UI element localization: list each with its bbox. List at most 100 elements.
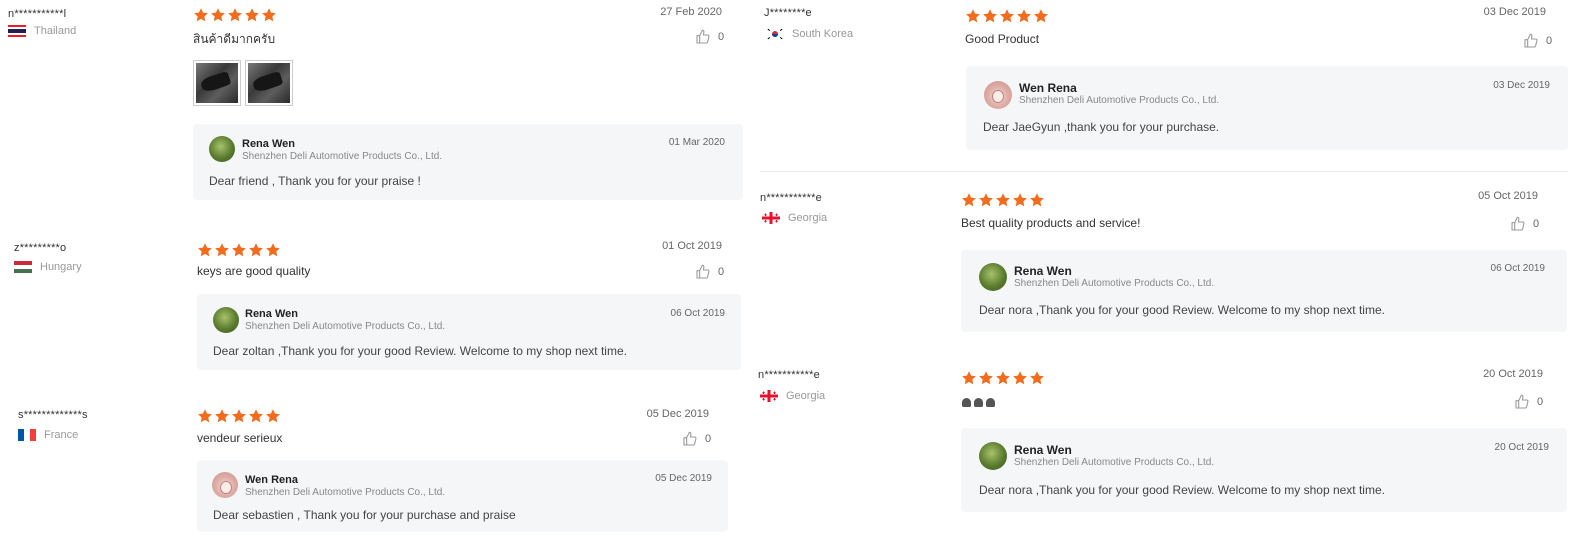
thumbs-up-icon <box>695 264 711 280</box>
review-item: n***********l Thailand 27 Feb 2020 สินค้… <box>0 0 760 210</box>
star-icon <box>214 408 230 424</box>
seller-reply: Rena Wen Shenzhen Deli Automotive Produc… <box>197 294 741 370</box>
reply-message: Dear zoltan ,Thank you for your good Rev… <box>213 344 627 358</box>
star-icon <box>197 408 213 424</box>
review-date: 05 Oct 2019 <box>1478 190 1538 202</box>
review-item: s*************s France 05 Dec 2019 vende… <box>0 400 760 540</box>
star-icon <box>1012 370 1028 386</box>
star-icon <box>248 242 264 258</box>
reply-date: 06 Oct 2019 <box>670 308 725 319</box>
review-image-thumbnail[interactable] <box>245 60 293 106</box>
review-text: Best quality products and service! <box>961 216 1141 230</box>
reply-message: Dear nora ,Thank you for your good Revie… <box>979 303 1385 317</box>
like-count: 0 <box>1537 396 1544 408</box>
reviewer-country: Georgia <box>762 212 827 224</box>
thumbs-up-emoji-icon <box>962 398 995 407</box>
reviewer-name: z*********o <box>14 242 67 254</box>
like-button[interactable]: 0 <box>695 264 724 280</box>
like-button[interactable]: 0 <box>695 29 724 45</box>
star-icon <box>197 242 213 258</box>
seller-avatar <box>213 307 239 333</box>
seller-shop: Shenzhen Deli Automotive Products Co., L… <box>242 151 443 162</box>
france-flag <box>18 429 36 441</box>
star-icon <box>214 242 230 258</box>
review-date: 03 Dec 2019 <box>1483 6 1546 18</box>
star-icon <box>265 242 281 258</box>
star-icon <box>978 370 994 386</box>
seller-avatar <box>979 442 1007 470</box>
reply-date: 20 Oct 2019 <box>1494 442 1549 453</box>
like-button[interactable]: 0 <box>1514 394 1543 410</box>
thumbs-up-icon <box>1510 216 1526 232</box>
like-button[interactable]: 0 <box>1523 33 1552 49</box>
thumbs-up-icon <box>695 29 711 45</box>
star-icon <box>193 7 209 23</box>
car-key-photo-icon <box>196 63 238 103</box>
like-count: 0 <box>1533 218 1540 230</box>
reviewer-name: n***********l <box>8 8 67 20</box>
seller-name: Rena Wen <box>1014 443 1072 457</box>
star-icon <box>978 192 994 208</box>
seller-avatar <box>212 472 238 498</box>
seller-avatar <box>979 263 1007 291</box>
like-count: 0 <box>705 433 712 445</box>
seller-name: Rena Wen <box>245 308 298 320</box>
star-icon <box>244 7 260 23</box>
review-item: n***********e Georgia 20 Oct 2019 0 Rena… <box>756 358 1570 538</box>
seller-shop: Shenzhen Deli Automotive Products Co., L… <box>245 487 446 498</box>
seller-shop: Shenzhen Deli Automotive Products Co., L… <box>1019 95 1220 106</box>
reviewer-country: South Korea <box>766 28 853 40</box>
seller-name: Rena Wen <box>1014 264 1072 278</box>
star-icon <box>1012 192 1028 208</box>
like-count: 0 <box>718 31 725 43</box>
reply-message: Dear nora ,Thank you for your good Revie… <box>979 483 1385 497</box>
star-icon <box>995 370 1011 386</box>
review-divider <box>760 171 1568 172</box>
star-icon <box>961 370 977 386</box>
south-korea-flag <box>766 28 784 40</box>
review-text: Good Product <box>965 32 1040 46</box>
star-icon <box>231 408 247 424</box>
star-icon <box>227 7 243 23</box>
seller-reply: Wen Rena Shenzhen Deli Automotive Produc… <box>966 66 1568 150</box>
review-text: keys are good quality <box>197 264 311 278</box>
review-item: n***********e Georgia 05 Oct 2019 Best q… <box>760 180 1570 340</box>
hungary-flag <box>14 261 32 273</box>
star-icon <box>265 408 281 424</box>
thumbs-up-icon <box>1523 33 1539 49</box>
review-date: 01 Oct 2019 <box>662 240 722 252</box>
reply-date: 06 Oct 2019 <box>1490 263 1545 274</box>
star-icon <box>1016 8 1032 24</box>
car-key-photo-icon <box>248 63 290 103</box>
like-count: 0 <box>718 266 725 278</box>
reviewer-country: Hungary <box>14 261 82 273</box>
reply-message: Dear sebastien , Thank you for your purc… <box>213 508 516 522</box>
reviewer-name: n***********e <box>760 192 822 204</box>
review-date: 27 Feb 2020 <box>660 6 722 18</box>
review-image-thumbnail[interactable] <box>193 60 241 106</box>
thumbs-up-icon <box>682 431 698 447</box>
review-images <box>193 60 293 106</box>
seller-name: Wen Rena <box>245 474 298 486</box>
reviewer-name: n***********e <box>758 369 820 381</box>
reviewer-country: Georgia <box>760 390 825 402</box>
seller-avatar <box>984 81 1012 109</box>
star-rating <box>197 408 281 424</box>
star-icon <box>261 7 277 23</box>
review-text: สินค้าดีมากครับ <box>193 32 276 46</box>
reviewer-name: s*************s <box>18 409 88 421</box>
reviewer-country: France <box>18 429 78 441</box>
review-date: 20 Oct 2019 <box>1483 368 1543 380</box>
like-button[interactable]: 0 <box>682 431 711 447</box>
georgia-flag <box>762 212 780 224</box>
star-icon <box>210 7 226 23</box>
star-icon <box>982 8 998 24</box>
star-icon <box>1033 8 1049 24</box>
review-date: 05 Dec 2019 <box>646 408 709 420</box>
reply-message: Dear JaeGyun ,thank you for your purchas… <box>983 120 1220 134</box>
seller-name: Wen Rena <box>1019 81 1077 95</box>
like-button[interactable]: 0 <box>1510 216 1539 232</box>
star-rating <box>965 8 1049 24</box>
reply-date: 05 Dec 2019 <box>655 473 712 484</box>
star-rating <box>197 242 281 258</box>
